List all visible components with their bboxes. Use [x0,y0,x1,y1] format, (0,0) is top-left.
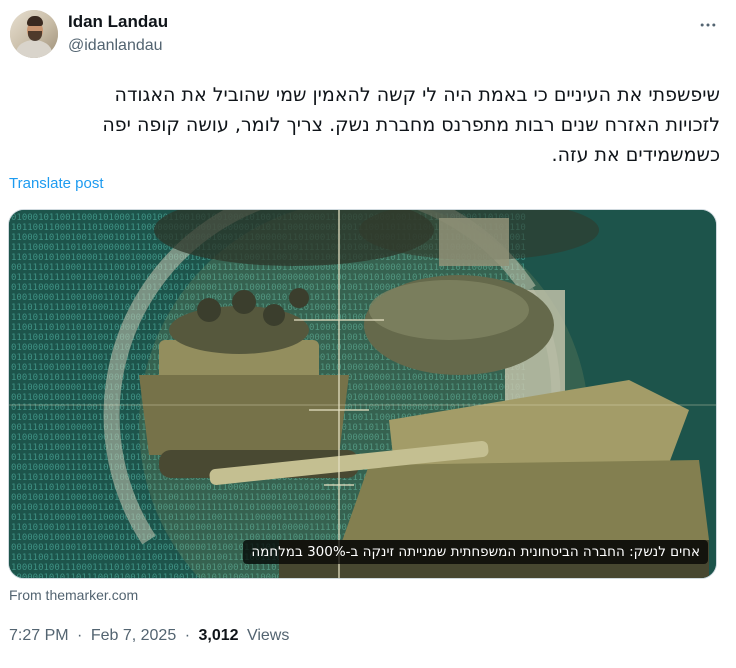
views-count: 3,012 [198,627,239,644]
post-text-line: לזכויות האזרח שנים רבות מתפרנס מחברת נשק… [102,114,720,136]
post-text: שיפשפתי את העיניים כי באמת היה לי קשה לה… [20,80,720,170]
article-headline: אחים לנשק: החברה הביטחונית המשפחתית שמני… [243,540,708,564]
more-horizontal-icon [700,23,716,27]
post-metadata: 7:27 PM · Feb 7, 2025 · 3,012 Views [9,627,289,645]
display-name[interactable]: Idan Landau [68,12,168,32]
user-handle[interactable]: @idanlandau [68,37,163,55]
article-illustration: 0100010110011000101000110010011001001001… [9,210,716,578]
views-label: Views [246,627,290,644]
meta-separator: · [77,627,83,644]
link-card-image[interactable]: 0100010110011000101000110010011001001001… [8,209,717,579]
tweet: Idan Landau @idanlandau שיפשפתי את העיני… [0,0,736,668]
avatar[interactable] [10,10,58,58]
post-time[interactable]: 7:27 PM [9,627,69,644]
post-text-line: שיפשפתי את העיניים כי באמת היה לי קשה לה… [114,84,720,106]
card-source-link[interactable]: From themarker.com [9,587,138,603]
translate-post-link[interactable]: Translate post [9,175,104,192]
post-date[interactable]: Feb 7, 2025 [91,627,176,644]
more-options-button[interactable] [693,10,723,40]
meta-separator: · [184,627,191,644]
post-text-line: כשמשמידים את עזה. [551,144,720,166]
